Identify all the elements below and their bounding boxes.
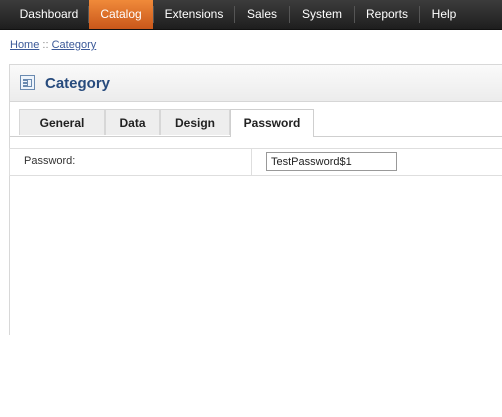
tab-data[interactable]: Data: [105, 109, 160, 135]
breadcrumb: Home :: Category: [10, 39, 96, 51]
menu-dashboard[interactable]: Dashboard: [10, 0, 88, 29]
tab-password[interactable]: Password: [230, 109, 314, 137]
page-title: Category: [45, 75, 111, 92]
breadcrumb-category-link[interactable]: Category: [52, 39, 97, 51]
breadcrumb-separator: ::: [42, 39, 49, 51]
password-label: Password:: [24, 155, 76, 167]
menu-sales[interactable]: Sales: [235, 0, 289, 29]
panel-header: Category: [10, 65, 502, 102]
password-form-row: Password:: [9, 148, 502, 176]
category-icon: [20, 75, 35, 90]
form-divider: [251, 149, 252, 175]
menu-system[interactable]: System: [290, 0, 354, 29]
tab-design[interactable]: Design: [160, 109, 230, 135]
tab-bar: General Data Design Password: [10, 109, 502, 137]
password-field[interactable]: [266, 152, 397, 171]
category-panel: Category General Data Design Password: [9, 64, 502, 335]
menu-help[interactable]: Help: [420, 0, 468, 29]
menu-extensions[interactable]: Extensions: [154, 0, 234, 29]
top-menu-bar: Dashboard Catalog Extensions Sales Syste…: [0, 0, 502, 30]
tab-general[interactable]: General: [19, 109, 105, 135]
menu-catalog[interactable]: Catalog: [89, 0, 153, 29]
menu-reports[interactable]: Reports: [355, 0, 419, 29]
breadcrumb-home-link[interactable]: Home: [10, 39, 39, 51]
